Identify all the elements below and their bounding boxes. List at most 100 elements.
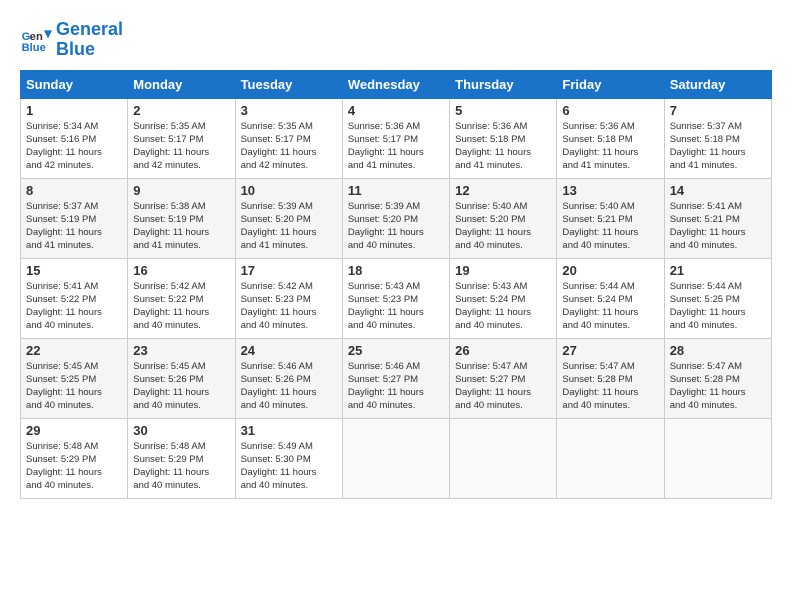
day-info: Sunrise: 5:49 AM Sunset: 5:30 PM Dayligh… xyxy=(241,440,337,493)
day-info: Sunrise: 5:47 AM Sunset: 5:28 PM Dayligh… xyxy=(562,360,658,413)
weekday-header: Sunday xyxy=(21,70,128,98)
day-info: Sunrise: 5:46 AM Sunset: 5:26 PM Dayligh… xyxy=(241,360,337,413)
day-number: 12 xyxy=(455,183,551,198)
calendar-cell: 25 Sunrise: 5:46 AM Sunset: 5:27 PM Dayli… xyxy=(342,338,449,418)
weekday-header: Monday xyxy=(128,70,235,98)
day-info: Sunrise: 5:40 AM Sunset: 5:21 PM Dayligh… xyxy=(562,200,658,253)
day-number: 2 xyxy=(133,103,229,118)
logo-text: GeneralBlue xyxy=(56,20,123,60)
day-info: Sunrise: 5:48 AM Sunset: 5:29 PM Dayligh… xyxy=(133,440,229,493)
day-info: Sunrise: 5:35 AM Sunset: 5:17 PM Dayligh… xyxy=(241,120,337,173)
day-info: Sunrise: 5:47 AM Sunset: 5:28 PM Dayligh… xyxy=(670,360,766,413)
calendar-cell: 10 Sunrise: 5:39 AM Sunset: 5:20 PM Dayli… xyxy=(235,178,342,258)
calendar-body: 1 Sunrise: 5:34 AM Sunset: 5:16 PM Daylig… xyxy=(21,98,772,498)
calendar-week-row: 15 Sunrise: 5:41 AM Sunset: 5:22 PM Dayli… xyxy=(21,258,772,338)
calendar-cell: 17 Sunrise: 5:42 AM Sunset: 5:23 PM Dayli… xyxy=(235,258,342,338)
day-number: 11 xyxy=(348,183,444,198)
calendar-cell: 23Sunrise: 5:45 AM Sunset: 5:26 PM Dayli… xyxy=(128,338,235,418)
day-number: 9 xyxy=(133,183,229,198)
day-number: 3 xyxy=(241,103,337,118)
day-number: 17 xyxy=(241,263,337,278)
calendar-table: SundayMondayTuesdayWednesdayThursdayFrid… xyxy=(20,70,772,499)
day-number: 18 xyxy=(348,263,444,278)
day-number: 13 xyxy=(562,183,658,198)
logo: G e n Blue GeneralBlue xyxy=(20,20,123,60)
calendar-cell: 13 Sunrise: 5:40 AM Sunset: 5:21 PM Dayli… xyxy=(557,178,664,258)
calendar-cell xyxy=(557,418,664,498)
day-info: Sunrise: 5:44 AM Sunset: 5:24 PM Dayligh… xyxy=(562,280,658,333)
svg-text:e: e xyxy=(30,31,36,43)
day-number: 26 xyxy=(455,343,551,358)
day-number: 6 xyxy=(562,103,658,118)
day-number: 31 xyxy=(241,423,337,438)
day-info: Sunrise: 5:46 AM Sunset: 5:27 PM Dayligh… xyxy=(348,360,444,413)
calendar-cell: 15 Sunrise: 5:41 AM Sunset: 5:22 PM Dayli… xyxy=(21,258,128,338)
day-number: 4 xyxy=(348,103,444,118)
day-info: Sunrise: 5:34 AM Sunset: 5:16 PM Dayligh… xyxy=(26,120,122,173)
calendar-cell: 27 Sunrise: 5:47 AM Sunset: 5:28 PM Dayli… xyxy=(557,338,664,418)
day-info: Sunrise: 5:36 AM Sunset: 5:18 PM Dayligh… xyxy=(455,120,551,173)
weekday-header: Saturday xyxy=(664,70,771,98)
calendar-cell: 1 Sunrise: 5:34 AM Sunset: 5:16 PM Daylig… xyxy=(21,98,128,178)
calendar-week-row: 8Sunrise: 5:37 AM Sunset: 5:19 PM Daylig… xyxy=(21,178,772,258)
weekday-header: Wednesday xyxy=(342,70,449,98)
day-number: 23 xyxy=(133,343,229,358)
calendar-week-row: 29Sunrise: 5:48 AM Sunset: 5:29 PM Dayli… xyxy=(21,418,772,498)
day-info: Sunrise: 5:39 AM Sunset: 5:20 PM Dayligh… xyxy=(241,200,337,253)
day-info: Sunrise: 5:48 AM Sunset: 5:29 PM Dayligh… xyxy=(26,440,122,493)
calendar-cell: 16 Sunrise: 5:42 AM Sunset: 5:22 PM Dayli… xyxy=(128,258,235,338)
day-info: Sunrise: 5:35 AM Sunset: 5:17 PM Dayligh… xyxy=(133,120,229,173)
day-number: 7 xyxy=(670,103,766,118)
calendar-cell: 3 Sunrise: 5:35 AM Sunset: 5:17 PM Daylig… xyxy=(235,98,342,178)
calendar-cell: 29Sunrise: 5:48 AM Sunset: 5:29 PM Dayli… xyxy=(21,418,128,498)
day-info: Sunrise: 5:36 AM Sunset: 5:18 PM Dayligh… xyxy=(562,120,658,173)
calendar-cell: 31 Sunrise: 5:49 AM Sunset: 5:30 PM Dayli… xyxy=(235,418,342,498)
calendar-cell: 30Sunrise: 5:48 AM Sunset: 5:29 PM Dayli… xyxy=(128,418,235,498)
svg-text:Blue: Blue xyxy=(22,42,46,54)
day-info: Sunrise: 5:43 AM Sunset: 5:23 PM Dayligh… xyxy=(348,280,444,333)
day-number: 25 xyxy=(348,343,444,358)
calendar-cell: 5Sunrise: 5:36 AM Sunset: 5:18 PM Daylig… xyxy=(450,98,557,178)
day-number: 14 xyxy=(670,183,766,198)
calendar-cell: 4 Sunrise: 5:36 AM Sunset: 5:17 PM Daylig… xyxy=(342,98,449,178)
page-header: G e n Blue GeneralBlue xyxy=(20,20,772,60)
calendar-cell: 22Sunrise: 5:45 AM Sunset: 5:25 PM Dayli… xyxy=(21,338,128,418)
day-info: Sunrise: 5:37 AM Sunset: 5:18 PM Dayligh… xyxy=(670,120,766,173)
calendar-cell: 11Sunrise: 5:39 AM Sunset: 5:20 PM Dayli… xyxy=(342,178,449,258)
calendar-cell: 14Sunrise: 5:41 AM Sunset: 5:21 PM Dayli… xyxy=(664,178,771,258)
day-number: 10 xyxy=(241,183,337,198)
weekday-header: Thursday xyxy=(450,70,557,98)
day-number: 21 xyxy=(670,263,766,278)
day-number: 19 xyxy=(455,263,551,278)
day-info: Sunrise: 5:38 AM Sunset: 5:19 PM Dayligh… xyxy=(133,200,229,253)
day-info: Sunrise: 5:47 AM Sunset: 5:27 PM Dayligh… xyxy=(455,360,551,413)
calendar-cell xyxy=(450,418,557,498)
calendar-week-row: 22Sunrise: 5:45 AM Sunset: 5:25 PM Dayli… xyxy=(21,338,772,418)
day-number: 24 xyxy=(241,343,337,358)
calendar-week-row: 1 Sunrise: 5:34 AM Sunset: 5:16 PM Daylig… xyxy=(21,98,772,178)
day-info: Sunrise: 5:42 AM Sunset: 5:23 PM Dayligh… xyxy=(241,280,337,333)
calendar-cell: 20Sunrise: 5:44 AM Sunset: 5:24 PM Dayli… xyxy=(557,258,664,338)
day-info: Sunrise: 5:43 AM Sunset: 5:24 PM Dayligh… xyxy=(455,280,551,333)
day-number: 22 xyxy=(26,343,122,358)
day-info: Sunrise: 5:42 AM Sunset: 5:22 PM Dayligh… xyxy=(133,280,229,333)
calendar-cell xyxy=(664,418,771,498)
calendar-cell: 28Sunrise: 5:47 AM Sunset: 5:28 PM Dayli… xyxy=(664,338,771,418)
day-number: 1 xyxy=(26,103,122,118)
day-number: 27 xyxy=(562,343,658,358)
logo-icon: G e n Blue xyxy=(20,24,52,56)
day-info: Sunrise: 5:40 AM Sunset: 5:20 PM Dayligh… xyxy=(455,200,551,253)
day-number: 8 xyxy=(26,183,122,198)
calendar-cell: 8Sunrise: 5:37 AM Sunset: 5:19 PM Daylig… xyxy=(21,178,128,258)
calendar-cell: 18 Sunrise: 5:43 AM Sunset: 5:23 PM Dayli… xyxy=(342,258,449,338)
svg-text:n: n xyxy=(36,31,43,43)
weekday-header: Friday xyxy=(557,70,664,98)
day-info: Sunrise: 5:41 AM Sunset: 5:22 PM Dayligh… xyxy=(26,280,122,333)
day-number: 15 xyxy=(26,263,122,278)
weekday-header: Tuesday xyxy=(235,70,342,98)
day-info: Sunrise: 5:36 AM Sunset: 5:17 PM Dayligh… xyxy=(348,120,444,173)
calendar-cell xyxy=(342,418,449,498)
day-number: 16 xyxy=(133,263,229,278)
calendar-cell: 2 Sunrise: 5:35 AM Sunset: 5:17 PM Daylig… xyxy=(128,98,235,178)
calendar-cell: 19 Sunrise: 5:43 AM Sunset: 5:24 PM Dayli… xyxy=(450,258,557,338)
